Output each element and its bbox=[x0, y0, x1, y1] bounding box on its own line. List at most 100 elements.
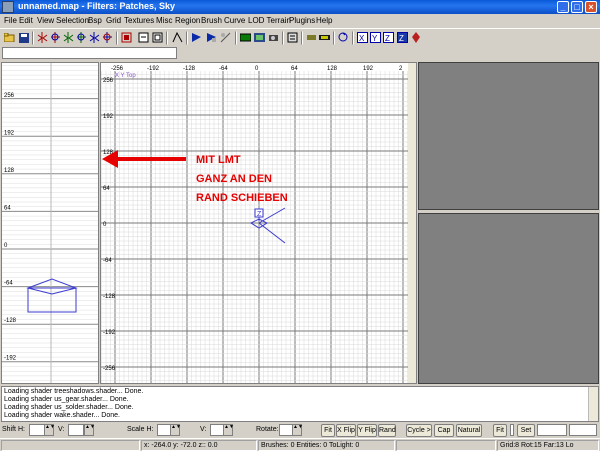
rotate-input[interactable] bbox=[279, 424, 293, 436]
console-log[interactable]: Loading shader treeshadows.shader... Don… bbox=[1, 386, 599, 422]
scale-h-input[interactable] bbox=[157, 424, 171, 436]
menu-bar: File Edit View Selection Bsp Grid Textur… bbox=[0, 14, 600, 28]
fit-patch-button[interactable]: Fit bbox=[493, 424, 507, 437]
close-button[interactable]: × bbox=[585, 1, 597, 13]
minimize-button[interactable]: _ bbox=[557, 1, 569, 13]
set-button[interactable]: Set bbox=[517, 424, 535, 437]
texture-lock-icon[interactable] bbox=[253, 31, 266, 44]
menu-edit[interactable]: Edit bbox=[19, 16, 33, 25]
app-icon bbox=[2, 1, 14, 13]
z-view-canvas[interactable]: 256 192 128 64 0 -64 -128 -192 bbox=[2, 63, 99, 384]
vertex-edit-icon[interactable] bbox=[305, 31, 318, 44]
scale-h-spinner[interactable]: ▲▼ bbox=[170, 424, 181, 436]
menu-help[interactable]: Help bbox=[316, 16, 332, 25]
camera-view[interactable] bbox=[418, 62, 599, 210]
rotate-y-icon[interactable] bbox=[75, 31, 88, 44]
scale-v-spinner[interactable]: ▲▼ bbox=[223, 424, 234, 436]
scale-v-label: V: bbox=[200, 426, 207, 433]
z-axis-label: -192 bbox=[4, 356, 17, 362]
xy-view-canvas[interactable]: -256 -192 -128 -64 0 64 128 192 2256192128640-64… bbox=[101, 63, 417, 384]
x-flip-button[interactable]: X Flip bbox=[336, 424, 356, 437]
flip-y-icon[interactable] bbox=[62, 31, 75, 44]
set-value-input-2[interactable] bbox=[569, 424, 597, 436]
rand-button[interactable]: Rand bbox=[378, 424, 396, 437]
y-axis-label: 256 bbox=[103, 78, 114, 84]
menu-file[interactable]: File bbox=[4, 16, 17, 25]
flip-x-icon[interactable] bbox=[36, 31, 49, 44]
z-view-labels: 256 192 128 64 0 -64 -128 -192 bbox=[4, 93, 17, 362]
menu-lod-terrain[interactable]: LOD Terrain bbox=[248, 16, 291, 25]
svg-text:X: X bbox=[359, 34, 365, 43]
menu-bsp[interactable]: Bsp bbox=[88, 16, 102, 25]
maximize-button[interactable]: □ bbox=[571, 1, 583, 13]
status-coords: x: -264.0 y: -72.0 z:: 0.0 bbox=[141, 440, 257, 451]
menu-plugins[interactable]: Plugins bbox=[289, 16, 315, 25]
z-marker-label: Z bbox=[257, 211, 262, 218]
xy-view-scrollbar[interactable] bbox=[408, 63, 417, 384]
menu-curve[interactable]: Curve bbox=[224, 16, 245, 25]
rotate-spinner[interactable]: ▲▼ bbox=[292, 424, 303, 436]
z-axis-label: 256 bbox=[4, 93, 15, 99]
shift-h-input[interactable] bbox=[29, 424, 45, 436]
plugin-entity-icon[interactable] bbox=[410, 31, 423, 44]
menu-misc[interactable]: Misc bbox=[156, 16, 172, 25]
y-axis-label: 192 bbox=[103, 114, 114, 120]
toolbar-separator bbox=[333, 31, 335, 45]
rotate-z-icon[interactable] bbox=[101, 31, 114, 44]
menu-brush[interactable]: Brush bbox=[201, 16, 222, 25]
console-scrollbar[interactable] bbox=[588, 387, 598, 421]
menu-selection[interactable]: Selection bbox=[56, 16, 89, 25]
cycle-button[interactable]: Cycle > bbox=[406, 424, 432, 437]
open-icon[interactable] bbox=[3, 31, 16, 44]
toolbar-separator bbox=[32, 31, 34, 45]
shift-v-input[interactable] bbox=[68, 424, 84, 436]
z-axis-icon[interactable]: Z bbox=[382, 31, 395, 44]
camera-movement-icon[interactable] bbox=[267, 31, 280, 44]
set-value-input[interactable] bbox=[537, 424, 567, 436]
select-partial-tall-icon[interactable] bbox=[151, 31, 164, 44]
y-flip-button[interactable]: Y Flip bbox=[357, 424, 377, 437]
z-view[interactable]: 256 192 128 64 0 -64 -128 -192 bbox=[1, 62, 99, 384]
csg-merge-icon[interactable] bbox=[205, 31, 218, 44]
xy-top-view[interactable]: -256 -192 -128 -64 0 64 128 192 2 256 192 128 64 0 -64… bbox=[100, 62, 417, 384]
hollow-icon[interactable] bbox=[286, 31, 299, 44]
z-axis-alt-icon[interactable]: Z bbox=[396, 31, 409, 44]
x-axis-label: 192 bbox=[363, 66, 374, 72]
x-axis-icon[interactable]: X bbox=[356, 31, 369, 44]
cap-button[interactable]: Cap bbox=[434, 424, 454, 437]
select-touching-icon[interactable] bbox=[137, 31, 150, 44]
flip-z-icon[interactable] bbox=[88, 31, 101, 44]
radiant-window: unnamed.map - Filters: Patches, Sky _ □ … bbox=[0, 0, 600, 451]
clipper-icon[interactable] bbox=[219, 31, 232, 44]
y-axis-label: -64 bbox=[103, 258, 112, 264]
texture-browser[interactable] bbox=[418, 213, 599, 384]
status-counts: Brushes: 0 Entities: 0 ToLight: 0 bbox=[258, 440, 395, 451]
csg-subtract-icon[interactable] bbox=[190, 31, 203, 44]
scale-icon[interactable] bbox=[318, 31, 331, 44]
menu-grid[interactable]: Grid bbox=[106, 16, 121, 25]
status-blank bbox=[1, 440, 140, 451]
change-views-icon[interactable] bbox=[239, 31, 252, 44]
title-bar[interactable]: unnamed.map - Filters: Patches, Sky _ □ … bbox=[0, 0, 600, 14]
select-complete-tall-icon[interactable] bbox=[120, 31, 133, 44]
surface-inspector-bar: Shift H: ▲▼ V: ▲▼ Scale H: ▲▼ V: ▲▼ Rota… bbox=[0, 423, 600, 438]
status-bar: x: -264.0 y: -72.0 z:: 0.0 Brushes: 0 En… bbox=[0, 438, 600, 451]
scale-v-input[interactable] bbox=[210, 424, 224, 436]
save-icon[interactable] bbox=[17, 31, 30, 44]
shift-h-spinner[interactable]: ▲▼ bbox=[44, 424, 55, 436]
toolbar-separator bbox=[282, 31, 284, 45]
command-field[interactable] bbox=[2, 47, 177, 59]
fit-patch-input[interactable] bbox=[510, 424, 514, 436]
shift-v-spinner[interactable]: ▲▼ bbox=[84, 424, 95, 436]
rotate-tool-icon[interactable] bbox=[337, 31, 350, 44]
select-inside-icon[interactable] bbox=[171, 31, 184, 44]
status-grid: Grid:8 Rot:15 Far:13 Lo bbox=[497, 440, 599, 451]
rotate-x-icon[interactable] bbox=[49, 31, 62, 44]
menu-region[interactable]: Region bbox=[175, 16, 200, 25]
y-axis-icon[interactable]: Y bbox=[369, 31, 382, 44]
natural-button[interactable]: Natural bbox=[456, 424, 482, 437]
fit-button[interactable]: Fit bbox=[321, 424, 335, 437]
menu-textures[interactable]: Textures bbox=[124, 16, 154, 25]
toolbar-separator bbox=[116, 31, 118, 45]
menu-view[interactable]: View bbox=[37, 16, 54, 25]
